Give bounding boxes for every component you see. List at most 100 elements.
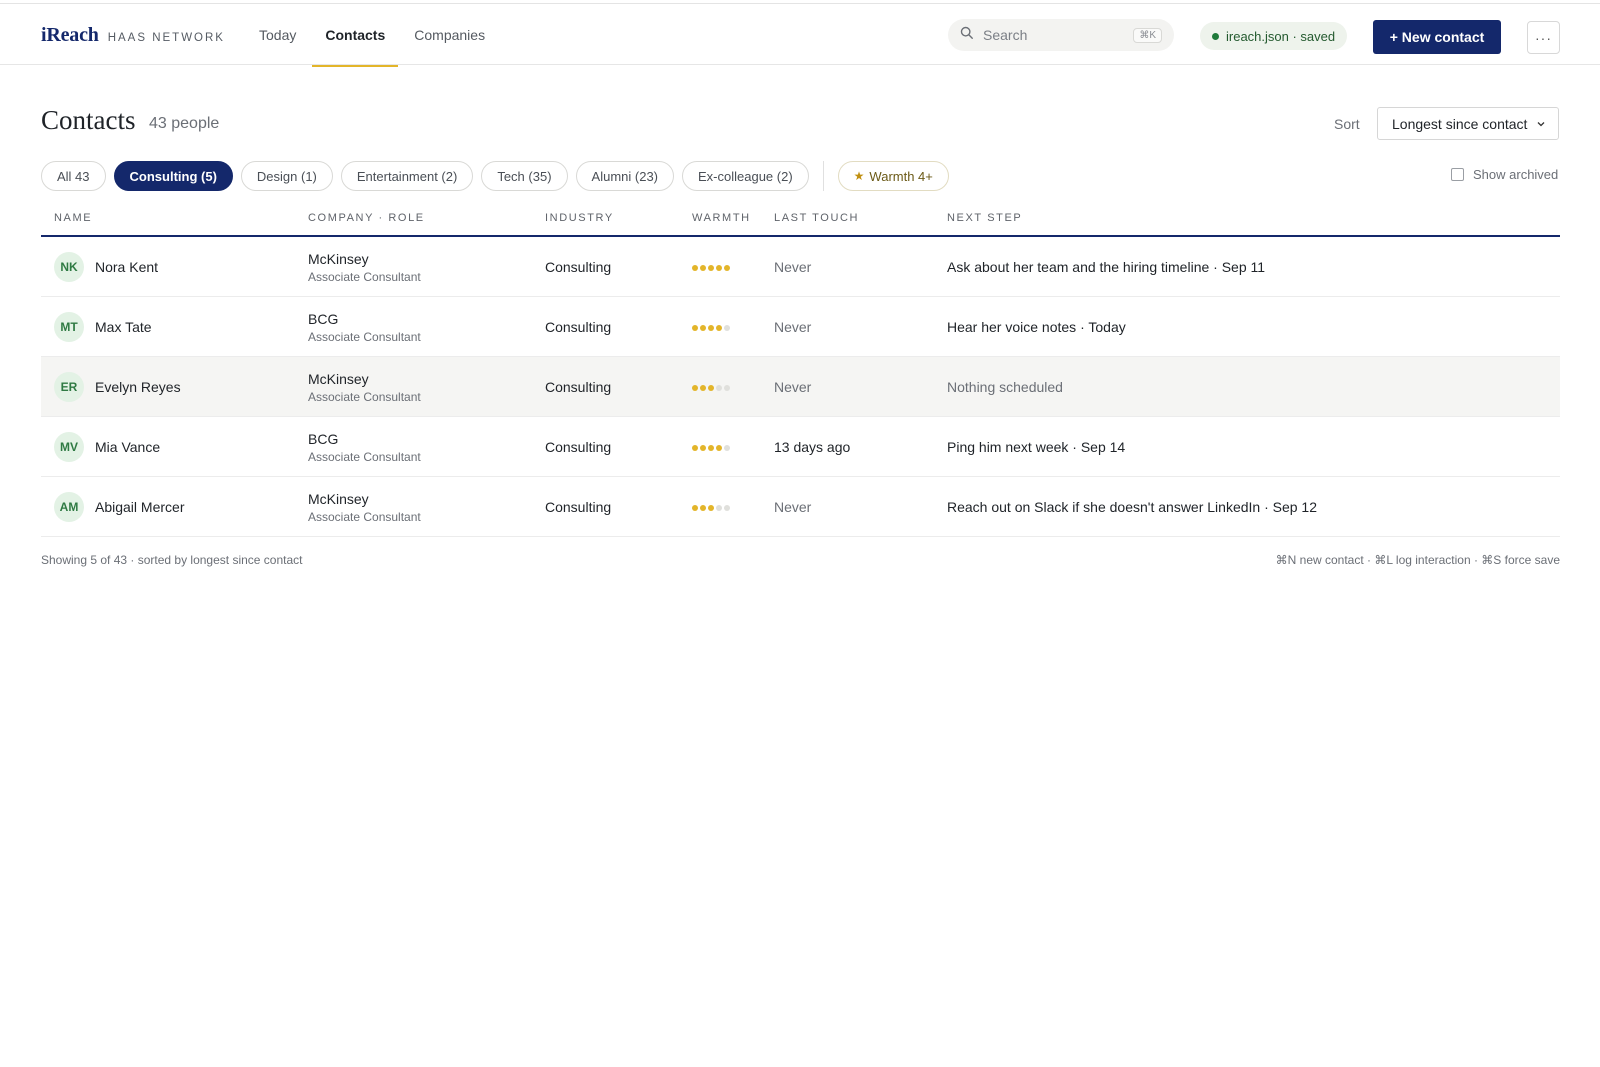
contact-role: Associate Consultant: [308, 270, 421, 284]
filter-chips: All 43 Consulting (5) Design (1) Enterta…: [41, 161, 957, 191]
warmth-dot-empty: [724, 505, 730, 511]
warmth-dot-filled: [708, 325, 714, 331]
warmth-dot-empty: [724, 385, 730, 391]
next-step: Reach out on Slack if she doesn't answer…: [947, 499, 1318, 515]
warmth-rating: [692, 445, 732, 451]
industry: Consulting: [545, 499, 612, 515]
last-touch: Never: [774, 319, 812, 335]
filter-chip-warmth[interactable]: ★ Warmth 4+: [837, 161, 949, 191]
filter-chip-ex-colleague[interactable]: Ex-colleague (2): [682, 161, 809, 191]
top-bar: iReach HAAS NETWORK Today Contacts Compa…: [0, 3, 1600, 67]
next-step: Ask about her team and the hiring timeli…: [947, 259, 1266, 275]
column-warmth[interactable]: WARMTH: [692, 212, 751, 224]
tab-contacts[interactable]: Contacts: [312, 4, 399, 67]
avatar: ER: [54, 372, 84, 402]
keyboard-shortcuts-hint: ⌘N new contact · ⌘L log interaction · ⌘S…: [1275, 553, 1560, 567]
table-header: NAME COMPANY · ROLE INDUSTRY WARMTH LAST…: [41, 203, 1560, 237]
show-archived-label: Show archived: [1473, 167, 1559, 182]
last-touch: Never: [774, 499, 812, 515]
sort-select[interactable]: Longest since contact: [1377, 107, 1559, 140]
contact-role: Associate Consultant: [308, 390, 421, 404]
filter-chip-design[interactable]: Design (1): [240, 161, 333, 191]
company-name: BCG: [308, 311, 339, 327]
table-row[interactable]: MT Max Tate BCG Associate Consultant Con…: [41, 297, 1560, 357]
column-next-step[interactable]: NEXT STEP: [947, 212, 1022, 224]
save-status-label: ireach.json · saved: [1226, 28, 1336, 44]
contact-role: Associate Consultant: [308, 450, 421, 464]
ellipsis-icon: ···: [1535, 29, 1552, 46]
warmth-dot-filled: [700, 505, 706, 511]
column-company-role[interactable]: COMPANY · ROLE: [308, 212, 425, 224]
page-title: Contacts: [41, 105, 136, 135]
avatar: NK: [54, 252, 84, 282]
contact-name[interactable]: Abigail Mercer: [95, 499, 184, 515]
column-name[interactable]: NAME: [54, 212, 92, 224]
main-nav: Today Contacts Companies: [259, 4, 514, 67]
brand-logo: iReach: [41, 24, 99, 46]
warmth-rating: [692, 325, 732, 331]
warmth-dot-filled: [716, 265, 722, 271]
warmth-chip-label: Warmth 4+: [869, 168, 933, 184]
warmth-dot-filled: [692, 505, 698, 511]
tab-companies[interactable]: Companies: [414, 4, 485, 66]
brand-subtitle: HAAS NETWORK: [107, 32, 225, 44]
contact-name[interactable]: Max Tate: [95, 319, 152, 335]
checkbox-icon: [1451, 168, 1464, 181]
contact-name[interactable]: Evelyn Reyes: [95, 379, 181, 395]
contact-role: Associate Consultant: [308, 510, 421, 524]
table-row[interactable]: AM Abigail Mercer McKinsey Associate Con…: [41, 477, 1560, 537]
more-menu-button[interactable]: ···: [1527, 21, 1560, 54]
column-industry[interactable]: INDUSTRY: [545, 212, 614, 224]
warmth-dot-filled: [716, 325, 722, 331]
tab-today[interactable]: Today: [259, 4, 296, 66]
warmth-dot-filled: [708, 265, 714, 271]
avatar: AM: [54, 492, 84, 522]
warmth-rating: [692, 385, 732, 391]
company-name: McKinsey: [308, 371, 369, 387]
filter-chip-entertainment[interactable]: Entertainment (2): [340, 161, 474, 191]
filter-chip-all[interactable]: All 43: [41, 161, 106, 191]
warmth-rating: [692, 505, 732, 511]
warmth-dot-empty: [716, 385, 722, 391]
warmth-dot-empty: [716, 505, 722, 511]
people-count: 43 people: [149, 115, 220, 132]
contact-name[interactable]: Nora Kent: [95, 259, 158, 275]
warmth-dot-filled: [708, 385, 714, 391]
search-icon: [960, 26, 974, 45]
show-archived-checkbox[interactable]: Show archived: [1451, 167, 1558, 182]
warmth-dot-filled: [724, 265, 730, 271]
filter-chip-alumni[interactable]: Alumni (23): [575, 161, 674, 191]
next-step: Ping him next week · Sep 14: [947, 439, 1126, 455]
filter-chip-consulting[interactable]: Consulting (5): [113, 161, 233, 191]
brand[interactable]: iReach HAAS NETWORK: [41, 24, 225, 47]
search-input[interactable]: Search ⌘K: [948, 19, 1174, 51]
last-touch: Never: [774, 259, 812, 275]
new-contact-button[interactable]: + New contact: [1373, 20, 1501, 54]
warmth-dot-filled: [708, 445, 714, 451]
column-last-touch[interactable]: LAST TOUCH: [774, 212, 859, 224]
warmth-dot-empty: [724, 445, 730, 451]
avatar: MV: [54, 432, 84, 462]
last-touch: 13 days ago: [774, 439, 851, 455]
warmth-dot-filled: [700, 325, 706, 331]
search-placeholder: Search: [983, 27, 1028, 43]
chevron-down-icon: [1536, 116, 1546, 132]
industry: Consulting: [545, 319, 612, 335]
warmth-dot-filled: [692, 265, 698, 271]
contact-role: Associate Consultant: [308, 330, 421, 344]
warmth-dot-filled: [700, 385, 706, 391]
last-touch: Never: [774, 379, 812, 395]
table-row[interactable]: MV Mia Vance BCG Associate Consultant Co…: [41, 417, 1560, 477]
star-icon: ★: [853, 169, 865, 183]
contact-name[interactable]: Mia Vance: [95, 439, 160, 455]
warmth-rating: [692, 265, 732, 271]
saved-dot-icon: [1212, 32, 1219, 40]
next-step: Hear her voice notes · Today: [947, 319, 1126, 335]
table-row[interactable]: ER Evelyn Reyes McKinsey Associate Consu…: [41, 357, 1560, 417]
industry: Consulting: [545, 259, 612, 275]
filter-chip-tech[interactable]: Tech (35): [481, 161, 568, 191]
company-name: McKinsey: [308, 491, 369, 507]
avatar: MT: [54, 312, 84, 342]
table-row[interactable]: NK Nora Kent McKinsey Associate Consulta…: [41, 237, 1560, 297]
warmth-dot-filled: [716, 445, 722, 451]
